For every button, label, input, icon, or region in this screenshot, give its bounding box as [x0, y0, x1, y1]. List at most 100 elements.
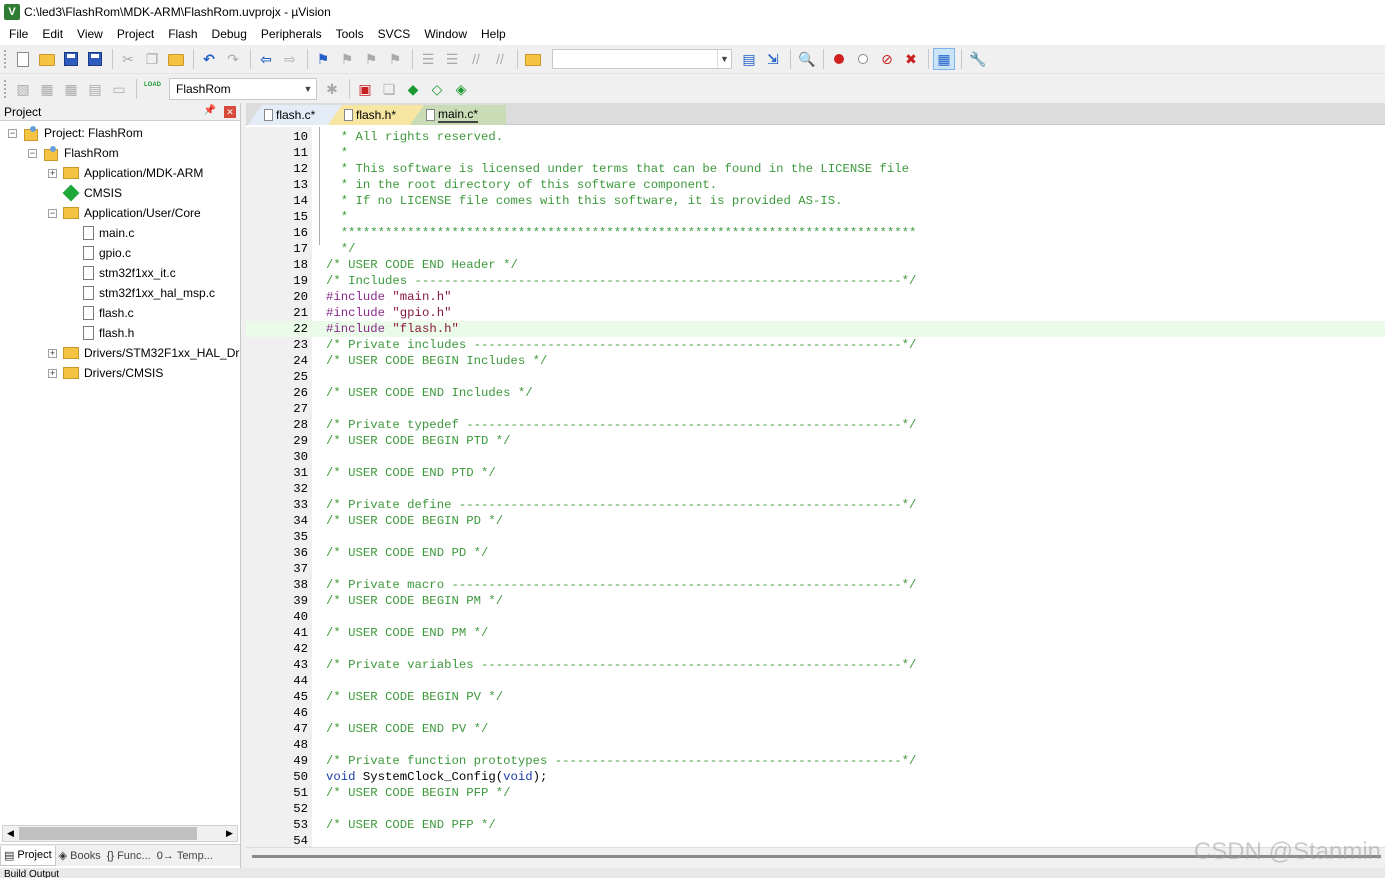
- menu-tools[interactable]: Tools: [329, 23, 371, 45]
- load-download-button[interactable]: LOAD: [141, 78, 163, 100]
- window-layout-button[interactable]: ▦: [933, 48, 955, 70]
- tree-item[interactable]: + Drivers/CMSIS: [48, 363, 163, 383]
- tree-item[interactable]: − FlashRom: [28, 143, 119, 163]
- code-line[interactable]: 10 * All rights reserved.: [246, 129, 1385, 145]
- tree-item[interactable]: gpio.c: [68, 243, 131, 263]
- expand-icon[interactable]: +: [48, 168, 57, 178]
- find-button[interactable]: ▤: [738, 48, 760, 70]
- configure-button[interactable]: 🔧: [966, 48, 988, 70]
- code-line[interactable]: 13 * in the root directory of this softw…: [246, 177, 1385, 193]
- code-line[interactable]: 17 */: [246, 241, 1385, 257]
- code-line[interactable]: 39 /* USER CODE BEGIN PM */: [246, 593, 1385, 609]
- code-line[interactable]: 48: [246, 737, 1385, 753]
- menu-window[interactable]: Window: [417, 23, 474, 45]
- menu-debug[interactable]: Debug: [205, 23, 254, 45]
- select-packs-button[interactable]: ◇: [426, 78, 448, 100]
- panel-tab-project[interactable]: ▤ Project: [0, 845, 56, 866]
- menu-peripherals[interactable]: Peripherals: [254, 23, 329, 45]
- translate-button[interactable]: ▧: [12, 78, 34, 100]
- menu-edit[interactable]: Edit: [35, 23, 70, 45]
- menu-file[interactable]: File: [2, 23, 35, 45]
- code-line[interactable]: 42: [246, 641, 1385, 657]
- incremental-find-button[interactable]: ⇲: [762, 48, 784, 70]
- code-line[interactable]: 27: [246, 401, 1385, 417]
- tree-item[interactable]: + Application/MDK-ARM: [48, 163, 203, 183]
- tab-flash-h[interactable]: flash.h*: [328, 105, 424, 125]
- save-button[interactable]: [60, 48, 82, 70]
- code-line[interactable]: 47 /* USER CODE END PV */: [246, 721, 1385, 737]
- uncomment-button[interactable]: //: [489, 48, 511, 70]
- code-line[interactable]: 24 /* USER CODE BEGIN Includes */: [246, 353, 1385, 369]
- code-line[interactable]: 25: [246, 369, 1385, 385]
- menu-view[interactable]: View: [70, 23, 110, 45]
- code-line[interactable]: 21 #include "gpio.h": [246, 305, 1385, 321]
- tree-item[interactable]: CMSIS: [48, 183, 122, 203]
- redo-button[interactable]: ↷: [222, 48, 244, 70]
- batch-build-button[interactable]: ▤: [84, 78, 106, 100]
- kill-all-breakpoints-button[interactable]: ✖: [900, 48, 922, 70]
- find-combo[interactable]: ▼: [552, 49, 732, 69]
- stop-build-button[interactable]: ▭: [108, 78, 130, 100]
- code-line[interactable]: 28 /* Private typedef -------------------…: [246, 417, 1385, 433]
- navigate-forward-button[interactable]: ⇨: [279, 48, 301, 70]
- pack-installer-button[interactable]: ◆: [402, 78, 424, 100]
- code-line[interactable]: 43 /* Private variables -----------------…: [246, 657, 1385, 673]
- undo-button[interactable]: ↶: [198, 48, 220, 70]
- code-line[interactable]: 35: [246, 529, 1385, 545]
- scroll-right-icon[interactable]: ▶: [222, 826, 237, 841]
- insert-breakpoint-button[interactable]: [828, 48, 850, 70]
- open-file-button[interactable]: [36, 48, 58, 70]
- code-line[interactable]: 33 /* Private define --------------------…: [246, 497, 1385, 513]
- tree-item[interactable]: main.c: [68, 223, 134, 243]
- code-line[interactable]: 37: [246, 561, 1385, 577]
- expand-icon[interactable]: +: [48, 348, 57, 358]
- bookmark-toggle-button[interactable]: ⚑: [312, 48, 334, 70]
- build-button[interactable]: ▦: [36, 78, 58, 100]
- code-line[interactable]: 19 /* Includes --------------------------…: [246, 273, 1385, 289]
- menu-project[interactable]: Project: [110, 23, 161, 45]
- collapse-icon[interactable]: −: [8, 128, 17, 138]
- panel-tab-temp[interactable]: 0→ Temp...: [154, 846, 216, 866]
- panel-tab-books[interactable]: ◈ Books: [56, 846, 104, 866]
- code-line[interactable]: 34 /* USER CODE BEGIN PD */: [246, 513, 1385, 529]
- collapse-icon[interactable]: −: [48, 208, 57, 218]
- project-hscrollbar[interactable]: ◀ ▶: [2, 825, 238, 842]
- code-line[interactable]: 11 *: [246, 145, 1385, 161]
- code-line[interactable]: 30: [246, 449, 1385, 465]
- manage-rte-button[interactable]: ◈: [450, 78, 472, 100]
- navigate-back-button[interactable]: ⇦: [255, 48, 277, 70]
- debug-session-button[interactable]: 🔍: [795, 48, 817, 70]
- toolbar-grip[interactable]: [4, 79, 10, 98]
- code-line[interactable]: 26 /* USER CODE END Includes */: [246, 385, 1385, 401]
- pin-icon[interactable]: 📌: [204, 105, 216, 116]
- expand-icon[interactable]: +: [48, 368, 57, 378]
- code-line[interactable]: 18 /* USER CODE END Header */: [246, 257, 1385, 273]
- code-line[interactable]: 23 /* Private includes ------------------…: [246, 337, 1385, 353]
- scroll-thumb[interactable]: [19, 827, 197, 840]
- tab-flash-c[interactable]: flash.c*: [248, 105, 342, 125]
- tree-item[interactable]: − Application/User/Core: [48, 203, 201, 223]
- manage-project-items-button[interactable]: ▣: [354, 78, 376, 100]
- enable-breakpoint-button[interactable]: [852, 48, 874, 70]
- code-line[interactable]: 20 #include "main.h": [246, 289, 1385, 305]
- paste-button[interactable]: [165, 48, 187, 70]
- code-area[interactable]: 10 * All rights reserved. 11 * 12 * This s…: [246, 127, 1385, 847]
- copy-button[interactable]: ❐: [141, 48, 163, 70]
- code-line[interactable]: 14 * If no LICENSE file comes with this …: [246, 193, 1385, 209]
- collapse-icon[interactable]: −: [28, 148, 37, 158]
- disable-all-breakpoints-button[interactable]: ⊘: [876, 48, 898, 70]
- code-line[interactable]: 38 /* Private macro ---------------------…: [246, 577, 1385, 593]
- tree-item[interactable]: + Drivers/STM32F1xx_HAL_Driver: [48, 343, 240, 363]
- code-line[interactable]: 31 /* USER CODE END PTD */: [246, 465, 1385, 481]
- target-select[interactable]: FlashRom ▼: [169, 77, 317, 100]
- close-icon[interactable]: ✕: [224, 106, 236, 118]
- tree-item[interactable]: flash.c: [68, 303, 134, 323]
- new-file-button[interactable]: [12, 48, 34, 70]
- save-all-button[interactable]: [84, 48, 106, 70]
- code-line[interactable]: 36 /* USER CODE END PD */: [246, 545, 1385, 561]
- panel-tab-func[interactable]: {} Func...: [104, 846, 154, 866]
- cut-button[interactable]: ✂: [117, 48, 139, 70]
- tree-item[interactable]: − Project: FlashRom: [8, 123, 143, 143]
- code-line[interactable]: 15 *: [246, 209, 1385, 225]
- bookmark-prev-button[interactable]: ⚑: [336, 48, 358, 70]
